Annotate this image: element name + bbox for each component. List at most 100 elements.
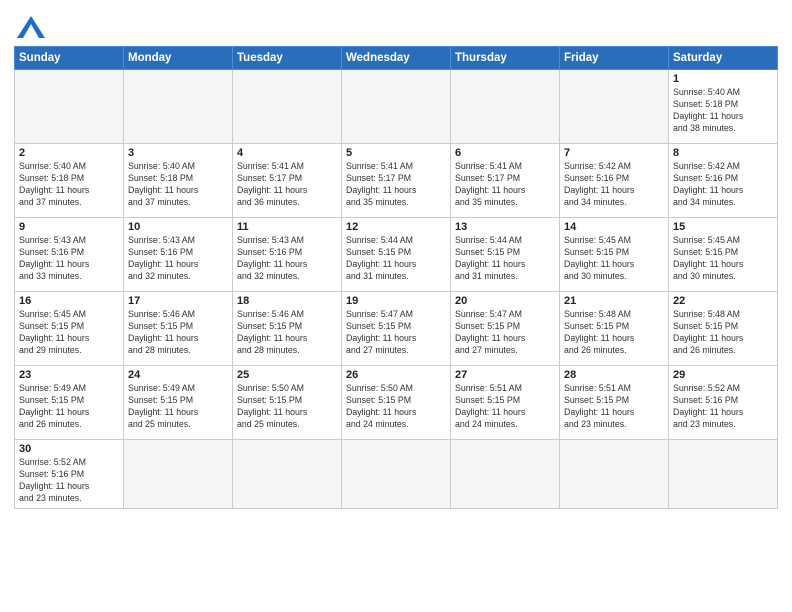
day-cell xyxy=(560,70,669,144)
day-number: 9 xyxy=(19,221,119,233)
day-cell: 15Sunrise: 5:45 AM Sunset: 5:15 PM Dayli… xyxy=(669,218,778,292)
day-info: Sunrise: 5:49 AM Sunset: 5:15 PM Dayligh… xyxy=(19,383,119,431)
day-cell: 14Sunrise: 5:45 AM Sunset: 5:15 PM Dayli… xyxy=(560,218,669,292)
header xyxy=(14,12,778,38)
day-cell xyxy=(233,70,342,144)
day-number: 28 xyxy=(564,369,664,381)
day-cell: 8 Sunrise: 5:42 AM Sunset: 5:16 PM Daylig… xyxy=(669,144,778,218)
day-cell: 18 Sunrise: 5:46 AM Sunset: 5:15 PM Dayli… xyxy=(233,292,342,366)
day-number: 26 xyxy=(346,369,446,381)
day-cell: 17Sunrise: 5:46 AM Sunset: 5:15 PM Dayli… xyxy=(124,292,233,366)
day-info: Sunrise: 5:50 AM Sunset: 5:15 PM Dayligh… xyxy=(346,383,446,431)
day-info: Sunrise: 5:42 AM Sunset: 5:16 PM Dayligh… xyxy=(564,161,664,209)
day-info: Sunrise: 5:50 AM Sunset: 5:15 PM Dayligh… xyxy=(237,383,337,431)
day-number: 11 xyxy=(237,221,337,233)
day-info: Sunrise: 5:46 AM Sunset: 5:15 PM Dayligh… xyxy=(237,309,337,357)
weekday-header-tuesday: Tuesday xyxy=(233,47,342,70)
day-number: 21 xyxy=(564,295,664,307)
day-cell: 20 Sunrise: 5:47 AM Sunset: 5:15 PM Dayli… xyxy=(451,292,560,366)
day-info: Sunrise: 5:48 AM Sunset: 5:15 PM Dayligh… xyxy=(564,309,664,357)
day-number: 2 xyxy=(19,147,119,159)
day-number: 17 xyxy=(128,295,228,307)
day-cell: 27Sunrise: 5:51 AM Sunset: 5:15 PM Dayli… xyxy=(451,366,560,440)
day-cell xyxy=(124,440,233,509)
weekday-header-friday: Friday xyxy=(560,47,669,70)
day-number: 22 xyxy=(673,295,773,307)
day-number: 24 xyxy=(128,369,228,381)
day-number: 30 xyxy=(19,443,119,455)
day-cell: 5Sunrise: 5:41 AM Sunset: 5:17 PM Daylig… xyxy=(342,144,451,218)
day-number: 3 xyxy=(128,147,228,159)
day-cell: 7 Sunrise: 5:42 AM Sunset: 5:16 PM Daylig… xyxy=(560,144,669,218)
day-info: Sunrise: 5:44 AM Sunset: 5:15 PM Dayligh… xyxy=(346,235,446,283)
day-number: 4 xyxy=(237,147,337,159)
day-info: Sunrise: 5:52 AM Sunset: 5:16 PM Dayligh… xyxy=(19,457,119,505)
day-info: Sunrise: 5:51 AM Sunset: 5:15 PM Dayligh… xyxy=(455,383,555,431)
day-cell: 13Sunrise: 5:44 AM Sunset: 5:15 PM Dayli… xyxy=(451,218,560,292)
day-info: Sunrise: 5:41 AM Sunset: 5:17 PM Dayligh… xyxy=(237,161,337,209)
day-info: Sunrise: 5:45 AM Sunset: 5:15 PM Dayligh… xyxy=(19,309,119,357)
week-row-1: 1 Sunrise: 5:40 AM Sunset: 5:18 PM Daylig… xyxy=(15,70,778,144)
day-cell xyxy=(15,70,124,144)
day-cell: 22 Sunrise: 5:48 AM Sunset: 5:15 PM Dayli… xyxy=(669,292,778,366)
day-cell: 3 Sunrise: 5:40 AM Sunset: 5:18 PM Daylig… xyxy=(124,144,233,218)
day-cell xyxy=(124,70,233,144)
day-info: Sunrise: 5:47 AM Sunset: 5:15 PM Dayligh… xyxy=(455,309,555,357)
day-number: 5 xyxy=(346,147,446,159)
weekday-header-thursday: Thursday xyxy=(451,47,560,70)
logo xyxy=(14,12,45,38)
week-row-5: 23 Sunrise: 5:49 AM Sunset: 5:15 PM Dayli… xyxy=(15,366,778,440)
day-info: Sunrise: 5:43 AM Sunset: 5:16 PM Dayligh… xyxy=(237,235,337,283)
day-number: 16 xyxy=(19,295,119,307)
day-cell: 19Sunrise: 5:47 AM Sunset: 5:15 PM Dayli… xyxy=(342,292,451,366)
day-info: Sunrise: 5:49 AM Sunset: 5:15 PM Dayligh… xyxy=(128,383,228,431)
day-cell xyxy=(451,70,560,144)
day-info: Sunrise: 5:40 AM Sunset: 5:18 PM Dayligh… xyxy=(19,161,119,209)
day-cell: 30 Sunrise: 5:52 AM Sunset: 5:16 PM Dayli… xyxy=(15,440,124,509)
weekday-header-wednesday: Wednesday xyxy=(342,47,451,70)
day-number: 10 xyxy=(128,221,228,233)
logo-icon xyxy=(17,16,45,38)
day-cell xyxy=(342,70,451,144)
weekday-header-row: SundayMondayTuesdayWednesdayThursdayFrid… xyxy=(15,47,778,70)
day-number: 12 xyxy=(346,221,446,233)
day-number: 20 xyxy=(455,295,555,307)
day-number: 25 xyxy=(237,369,337,381)
day-number: 13 xyxy=(455,221,555,233)
day-cell xyxy=(669,440,778,509)
day-cell xyxy=(451,440,560,509)
day-number: 18 xyxy=(237,295,337,307)
day-info: Sunrise: 5:40 AM Sunset: 5:18 PM Dayligh… xyxy=(128,161,228,209)
day-cell xyxy=(342,440,451,509)
day-cell: 10 Sunrise: 5:43 AM Sunset: 5:16 PM Dayli… xyxy=(124,218,233,292)
day-info: Sunrise: 5:40 AM Sunset: 5:18 PM Dayligh… xyxy=(673,87,773,135)
day-cell xyxy=(560,440,669,509)
day-cell: 24 Sunrise: 5:49 AM Sunset: 5:15 PM Dayli… xyxy=(124,366,233,440)
day-cell: 25 Sunrise: 5:50 AM Sunset: 5:15 PM Dayli… xyxy=(233,366,342,440)
day-number: 14 xyxy=(564,221,664,233)
week-row-3: 9 Sunrise: 5:43 AM Sunset: 5:16 PM Daylig… xyxy=(15,218,778,292)
day-cell: 26 Sunrise: 5:50 AM Sunset: 5:15 PM Dayli… xyxy=(342,366,451,440)
weekday-header-sunday: Sunday xyxy=(15,47,124,70)
day-number: 8 xyxy=(673,147,773,159)
day-info: Sunrise: 5:43 AM Sunset: 5:16 PM Dayligh… xyxy=(128,235,228,283)
day-number: 29 xyxy=(673,369,773,381)
day-number: 1 xyxy=(673,73,773,85)
day-cell: 9Sunrise: 5:43 AM Sunset: 5:16 PM Daylig… xyxy=(15,218,124,292)
page: SundayMondayTuesdayWednesdayThursdayFrid… xyxy=(0,0,792,612)
day-info: Sunrise: 5:42 AM Sunset: 5:16 PM Dayligh… xyxy=(673,161,773,209)
week-row-4: 16 Sunrise: 5:45 AM Sunset: 5:15 PM Dayli… xyxy=(15,292,778,366)
day-info: Sunrise: 5:48 AM Sunset: 5:15 PM Dayligh… xyxy=(673,309,773,357)
weekday-header-saturday: Saturday xyxy=(669,47,778,70)
day-info: Sunrise: 5:51 AM Sunset: 5:15 PM Dayligh… xyxy=(564,383,664,431)
weekday-header-monday: Monday xyxy=(124,47,233,70)
day-number: 23 xyxy=(19,369,119,381)
day-cell: 6Sunrise: 5:41 AM Sunset: 5:17 PM Daylig… xyxy=(451,144,560,218)
day-number: 7 xyxy=(564,147,664,159)
week-row-2: 2 Sunrise: 5:40 AM Sunset: 5:18 PM Daylig… xyxy=(15,144,778,218)
day-cell: 4 Sunrise: 5:41 AM Sunset: 5:17 PM Daylig… xyxy=(233,144,342,218)
day-cell xyxy=(233,440,342,509)
day-info: Sunrise: 5:47 AM Sunset: 5:15 PM Dayligh… xyxy=(346,309,446,357)
day-info: Sunrise: 5:41 AM Sunset: 5:17 PM Dayligh… xyxy=(455,161,555,209)
day-cell: 11 Sunrise: 5:43 AM Sunset: 5:16 PM Dayli… xyxy=(233,218,342,292)
